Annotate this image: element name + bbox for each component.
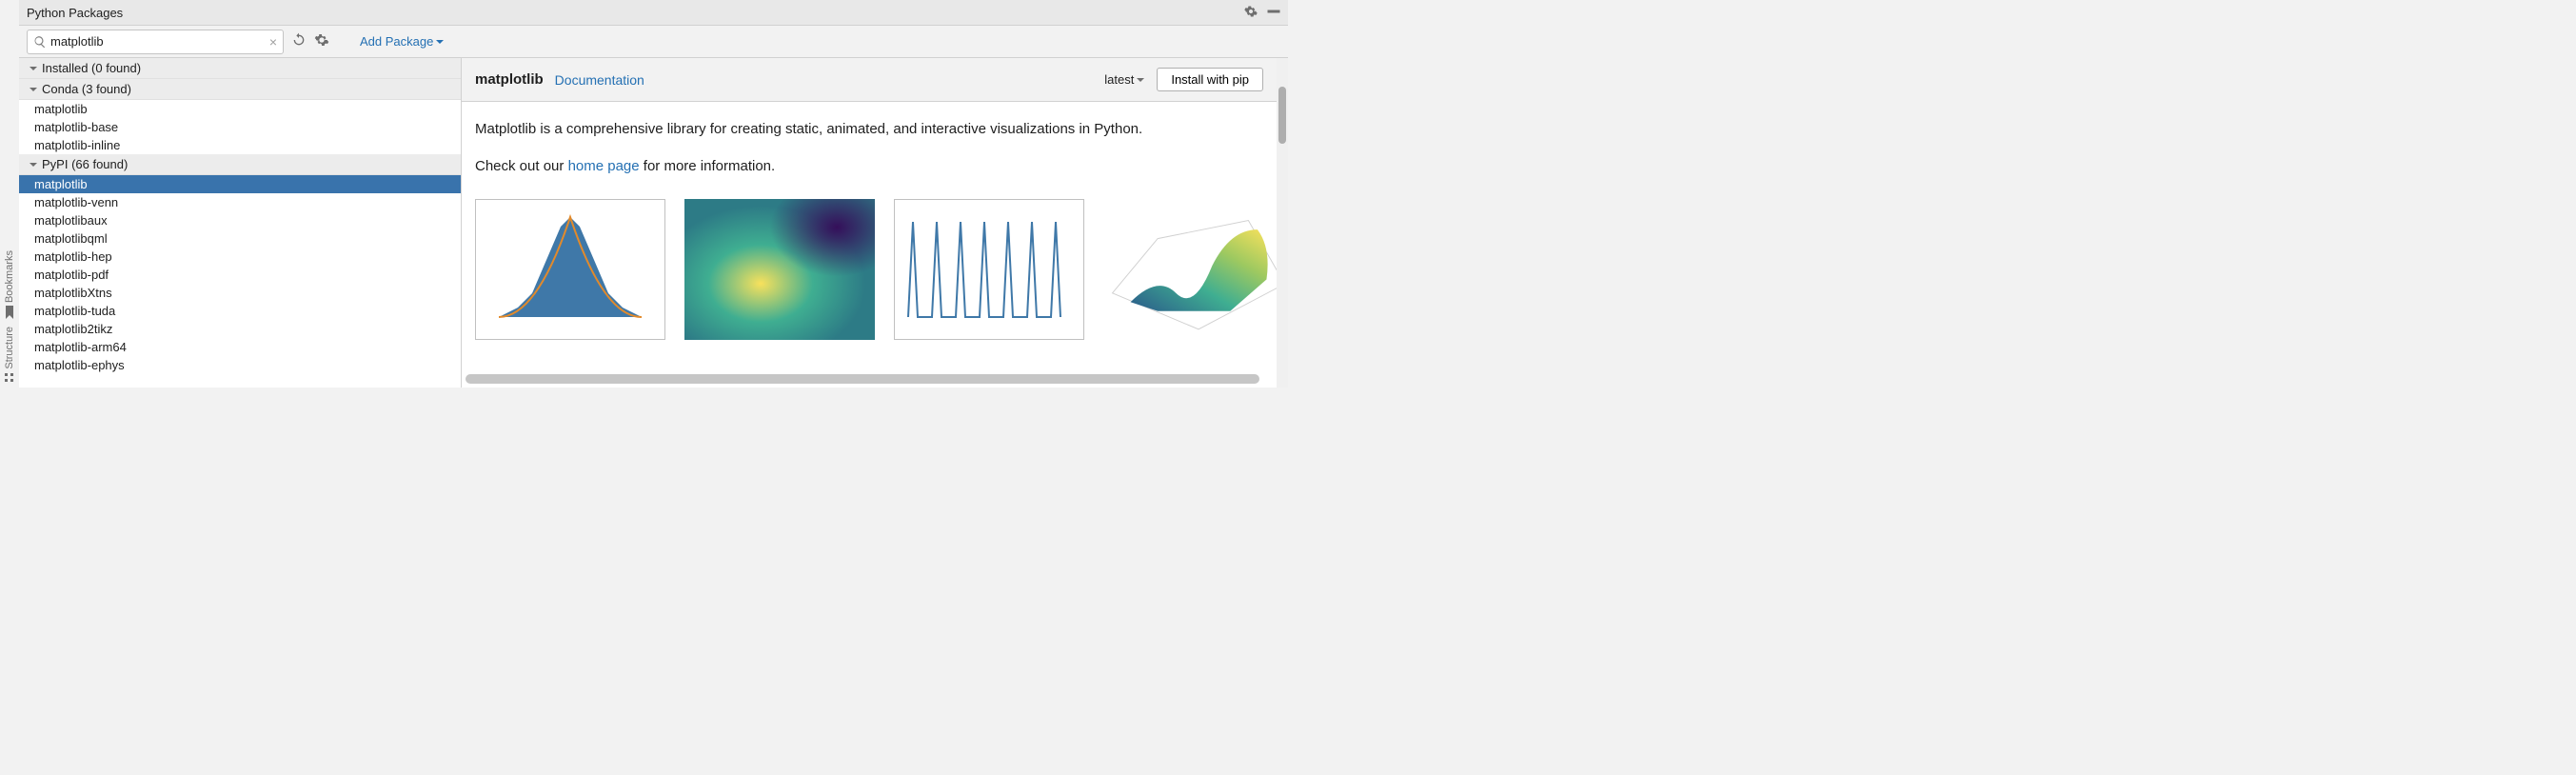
list-item[interactable]: matplotlib <box>19 175 461 193</box>
list-item[interactable]: matplotlib-venn <box>19 193 461 211</box>
list-item[interactable]: matplotlibaux <box>19 211 461 229</box>
install-button[interactable]: Install with pip <box>1157 68 1263 91</box>
reload-icon <box>291 32 307 48</box>
list-item[interactable]: matplotlib <box>19 100 461 118</box>
add-package-label: Add Package <box>360 34 433 49</box>
list-item[interactable]: matplotlib-base <box>19 118 461 136</box>
gear-icon <box>1244 5 1258 18</box>
thumbnail-histogram <box>475 199 665 340</box>
add-package-button[interactable]: Add Package <box>360 34 445 49</box>
list-item[interactable]: matplotlib-ephys <box>19 356 461 374</box>
thumbnail-density <box>684 199 875 340</box>
structure-tool[interactable]: Structure <box>4 327 15 384</box>
chevron-down-icon <box>1136 75 1145 85</box>
version-selector[interactable]: latest <box>1104 72 1145 87</box>
vertical-scrollbar-track[interactable] <box>1277 58 1288 388</box>
list-item[interactable]: matplotlib-hep <box>19 248 461 266</box>
list-item[interactable]: matplotlib-tuda <box>19 302 461 320</box>
bookmarks-tool[interactable]: Bookmarks <box>4 250 15 319</box>
list-item[interactable]: matplotlib-pdf <box>19 266 461 284</box>
horizontal-scrollbar[interactable] <box>466 374 1259 384</box>
structure-icon <box>4 372 15 384</box>
list-item[interactable]: matplotlib-arm64 <box>19 338 461 356</box>
list-item[interactable]: matplotlibXtns <box>19 284 461 302</box>
gear-icon <box>314 32 329 48</box>
search-field-wrap: × <box>27 30 284 54</box>
details-body: Matplotlib is a comprehensive library fo… <box>462 102 1277 388</box>
manage-repos-button[interactable] <box>314 32 329 50</box>
group-pypi[interactable]: PyPI (66 found) <box>19 154 461 175</box>
group-installed[interactable]: Installed (0 found) <box>19 58 461 79</box>
description-line-2: Check out our home page for more informa… <box>475 156 1263 176</box>
chevron-down-icon <box>29 160 38 169</box>
details-pane: matplotlib Documentation latest Install … <box>462 58 1277 388</box>
bookmarks-label: Bookmarks <box>4 250 15 303</box>
list-item[interactable]: matplotlibqml <box>19 229 461 248</box>
minimize-button[interactable] <box>1267 5 1280 21</box>
version-label: latest <box>1104 72 1134 87</box>
thumbnail-spikes <box>894 199 1084 340</box>
group-conda-label: Conda (3 found) <box>42 82 131 96</box>
minimize-icon <box>1267 5 1280 18</box>
description-line-1: Matplotlib is a comprehensive library fo… <box>475 119 1263 139</box>
clear-search-button[interactable]: × <box>269 34 277 50</box>
group-installed-label: Installed (0 found) <box>42 61 141 75</box>
group-pypi-label: PyPI (66 found) <box>42 157 128 171</box>
chevron-down-icon <box>29 64 38 73</box>
search-input[interactable] <box>47 34 269 49</box>
panel-header: Python Packages <box>19 0 1288 26</box>
toolbar: × Add Package <box>19 26 1288 58</box>
list-item[interactable]: matplotlib2tikz <box>19 320 461 338</box>
package-list[interactable]: Installed (0 found) Conda (3 found) matp… <box>19 58 462 388</box>
chevron-down-icon <box>435 37 445 47</box>
left-tool-rail: Bookmarks Structure <box>0 0 19 388</box>
reload-button[interactable] <box>291 32 307 50</box>
chevron-down-icon <box>29 85 38 94</box>
thumbnail-surface3d <box>1103 199 1277 340</box>
home-page-link[interactable]: home page <box>568 158 640 174</box>
group-conda[interactable]: Conda (3 found) <box>19 79 461 100</box>
details-header: matplotlib Documentation latest Install … <box>462 58 1277 102</box>
vertical-scrollbar-thumb[interactable] <box>1278 87 1286 144</box>
settings-button[interactable] <box>1244 5 1258 21</box>
package-name: matplotlib <box>475 71 544 88</box>
search-icon <box>33 35 47 49</box>
preview-thumbnails <box>475 199 1263 340</box>
panel-title: Python Packages <box>27 6 1244 20</box>
bookmark-icon <box>4 306 15 319</box>
documentation-link[interactable]: Documentation <box>555 72 644 88</box>
list-item[interactable]: matplotlib-inline <box>19 136 461 154</box>
structure-label: Structure <box>4 327 15 369</box>
